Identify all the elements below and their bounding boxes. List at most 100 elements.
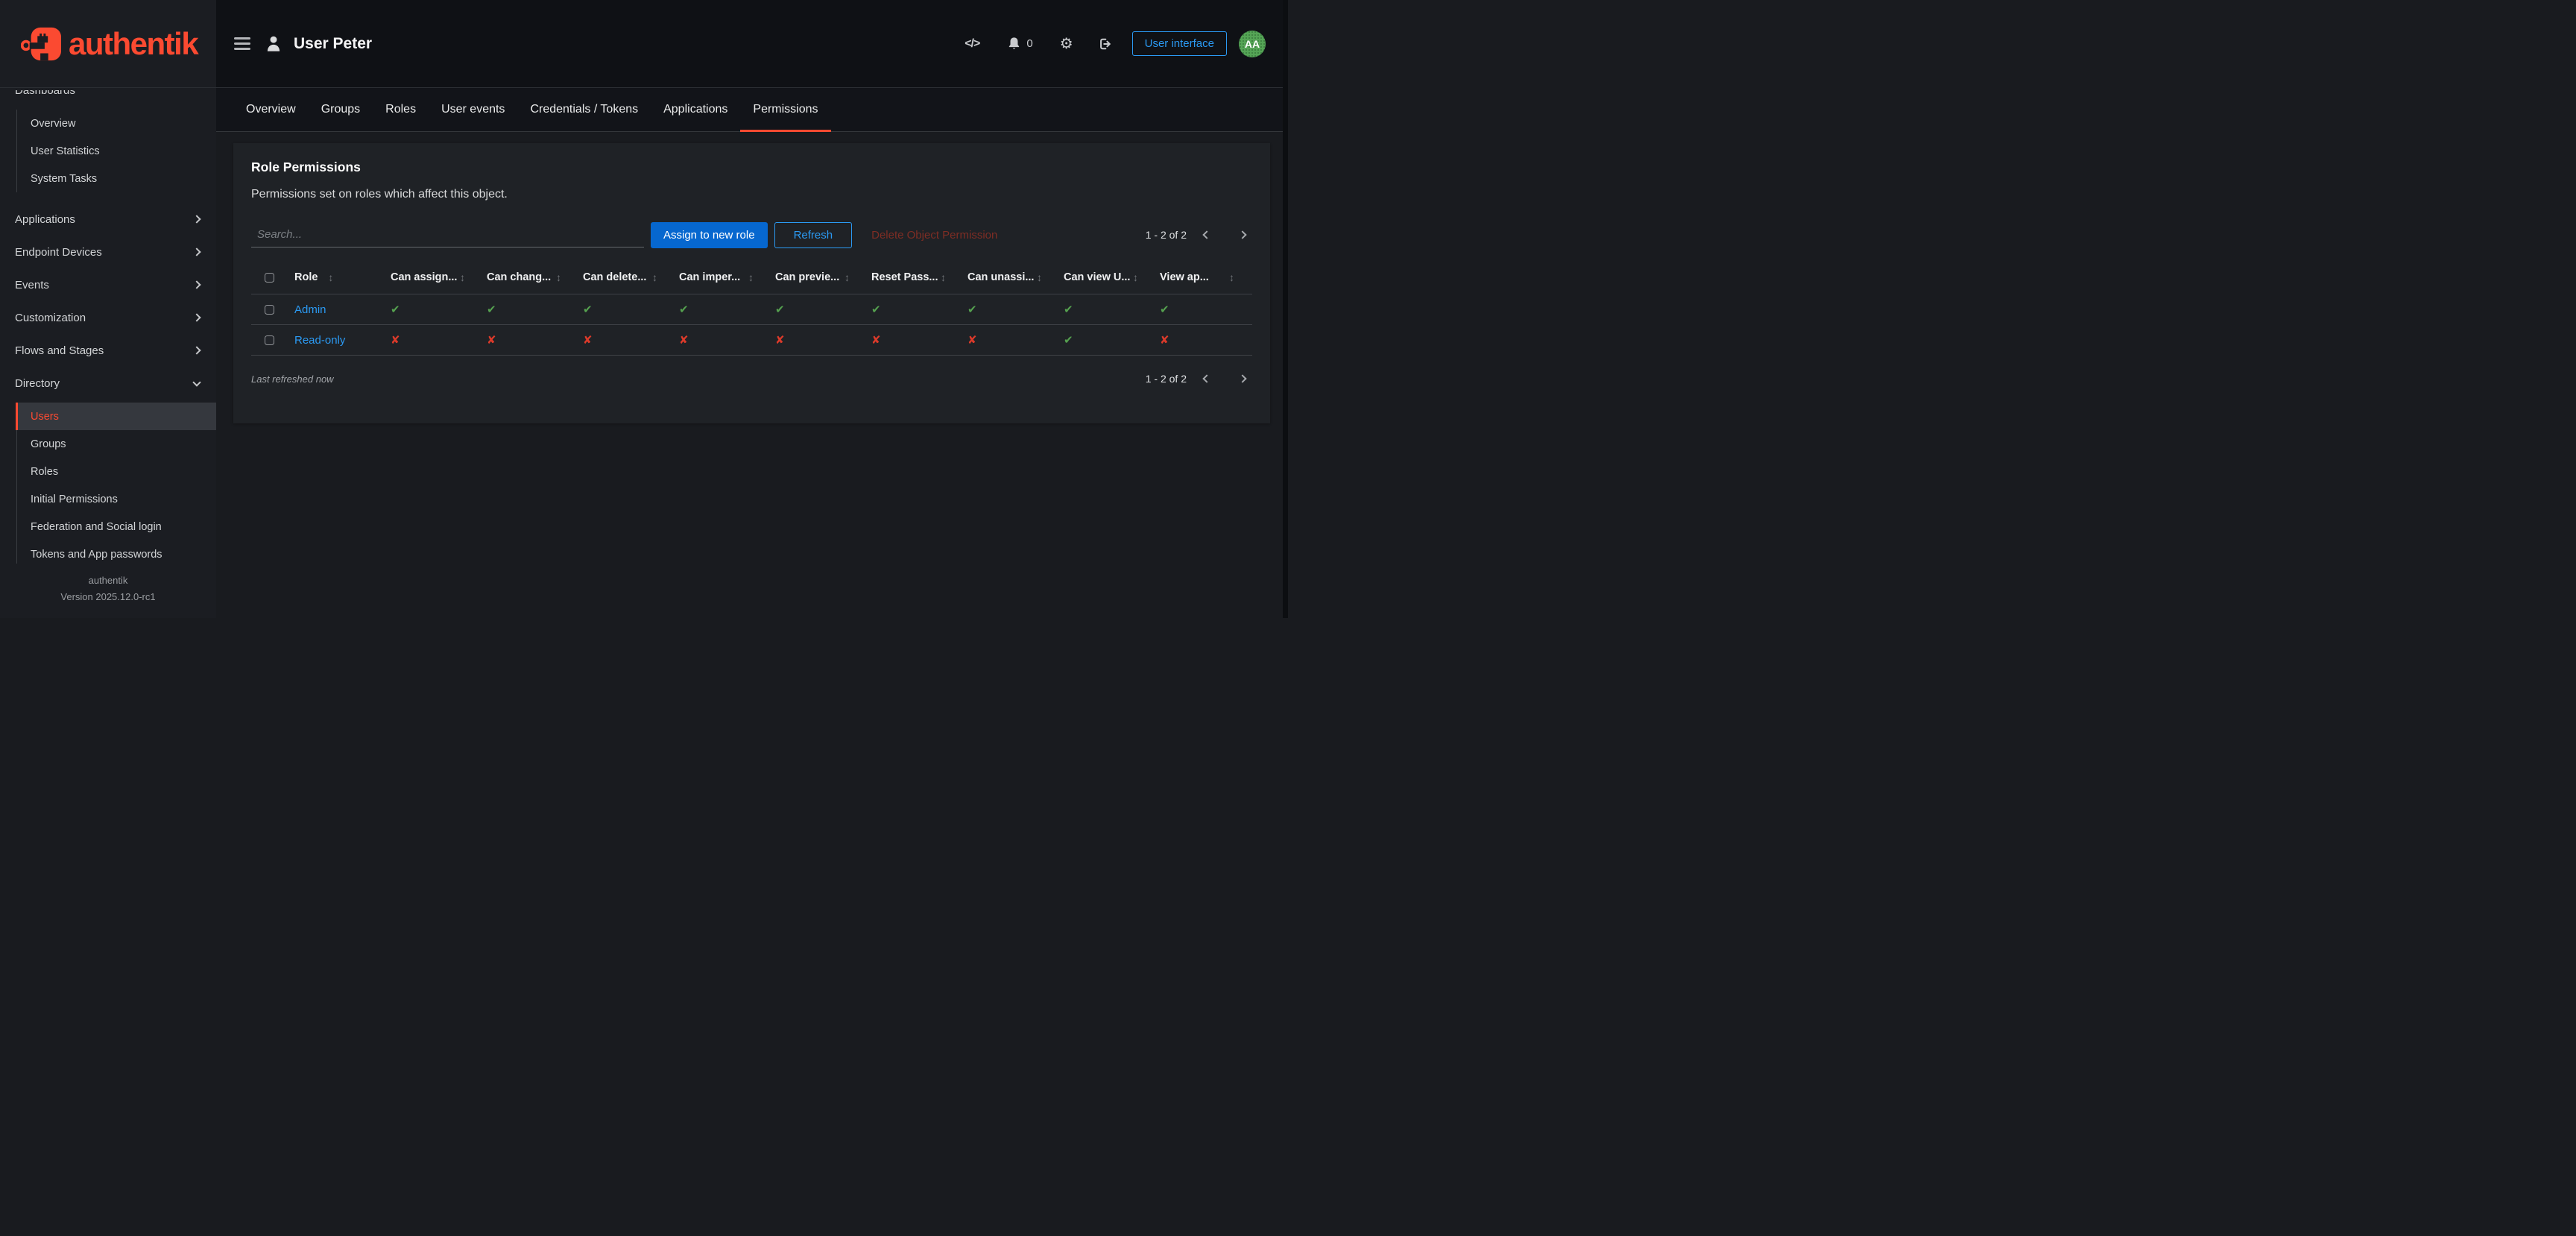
refresh-button[interactable]: Refresh: [774, 222, 853, 248]
user-icon: [264, 34, 283, 54]
permission-cell: ✔: [763, 303, 859, 316]
sort-icon[interactable]: ↕: [941, 271, 946, 283]
check-icon: ✔: [967, 303, 977, 316]
sidebar-item-customization[interactable]: Customization: [0, 301, 216, 334]
sidebar-item-federation-and-social-login[interactable]: Federation and Social login: [17, 513, 216, 540]
api-browser-icon[interactable]: </>: [965, 37, 979, 51]
check-icon: ✔: [1064, 334, 1073, 347]
sort-icon[interactable]: ↕: [1133, 271, 1138, 283]
sidebar-item-label: Customization: [15, 312, 86, 324]
search-input[interactable]: [251, 222, 644, 247]
table-row: Admin✔✔✔✔✔✔✔✔✔: [251, 294, 1252, 325]
role-permissions-card: Role Permissions Permissions set on role…: [233, 143, 1270, 423]
cross-icon: ✘: [1160, 334, 1169, 347]
tab-user-events[interactable]: User events: [429, 88, 517, 131]
sidebar-item-label: Events: [15, 279, 49, 291]
column-header-can-chang: Can chang...↕: [474, 271, 570, 283]
cross-icon: ✘: [967, 334, 977, 347]
sort-icon[interactable]: ↕: [845, 271, 850, 283]
sidebar: Dashboards OverviewUser Statistics System…: [0, 88, 216, 618]
sidebar-item-tokens-and-app-passwords[interactable]: Tokens and App passwords: [17, 540, 216, 564]
permission-cell: ✔: [1051, 333, 1147, 347]
tab-overview[interactable]: Overview: [233, 88, 309, 131]
sort-icon[interactable]: ↕: [460, 271, 465, 283]
sidebar-item-overview[interactable]: Overview: [17, 110, 216, 137]
sidebar-item-users[interactable]: Users: [17, 403, 216, 430]
column-header-can-assign: Can assign...↕: [378, 271, 474, 283]
chevron-left-icon: [1202, 374, 1210, 382]
check-icon: ✔: [679, 303, 689, 316]
main-region: OverviewGroupsRolesUser eventsCredential…: [216, 88, 1288, 618]
sort-icon[interactable]: ↕: [556, 271, 561, 283]
pagination-next-button[interactable]: [1233, 369, 1252, 388]
permission-cell: ✔: [859, 303, 955, 316]
toolbar: Assign to new role Refresh Delete Object…: [251, 221, 1252, 248]
chevron-right-icon: [1238, 230, 1246, 239]
sidebar-item-roles[interactable]: Roles: [17, 458, 216, 485]
user-interface-button[interactable]: User interface: [1132, 31, 1227, 56]
tab-permissions[interactable]: Permissions: [740, 88, 830, 131]
sidebar-item-initial-permissions[interactable]: Initial Permissions: [17, 485, 216, 513]
select-all-checkbox[interactable]: [265, 273, 274, 283]
permission-cell: ✔: [1051, 303, 1147, 316]
sidebar-item-label: Roles: [31, 466, 58, 478]
pagination-prev-button[interactable]: [1197, 225, 1216, 245]
cross-icon: ✘: [487, 334, 496, 347]
sort-icon[interactable]: ↕: [652, 271, 657, 283]
sidebar-item-label: Initial Permissions: [31, 494, 118, 505]
pagination-bottom: 1 - 2 of 2: [1146, 369, 1252, 388]
authentik-logo-icon: [21, 25, 64, 63]
sort-icon[interactable]: ↕: [328, 271, 333, 283]
column-header-can-view-u: Can view U...↕: [1051, 271, 1147, 283]
permission-cell: ✔: [570, 303, 666, 316]
brand-area[interactable]: authentik: [0, 0, 216, 87]
sidebar-item-flows-and-stages[interactable]: Flows and Stages: [0, 334, 216, 367]
sign-out-icon[interactable]: [1097, 37, 1113, 51]
sidebar-item-groups[interactable]: Groups: [17, 430, 216, 458]
pagination-prev-button[interactable]: [1197, 369, 1216, 388]
tab-roles[interactable]: Roles: [373, 88, 429, 131]
pagination-top: 1 - 2 of 2: [1146, 225, 1252, 245]
sidebar-item-dashboards-clipped[interactable]: Dashboards: [0, 90, 216, 101]
delete-object-permission-button[interactable]: Delete Object Permission: [871, 229, 997, 242]
avatar[interactable]: AA: [1239, 31, 1266, 57]
masthead: authentik User Peter </> 0 ⚙ User: [0, 0, 1288, 88]
row-checkbox[interactable]: [265, 305, 274, 315]
sidebar-item-applications[interactable]: Applications: [0, 203, 216, 236]
sidebar-item-label: System Tasks: [31, 173, 97, 185]
settings-gear-icon[interactable]: ⚙: [1060, 37, 1073, 51]
page-scrollbar[interactable]: [1283, 0, 1288, 618]
sidebar-item-endpoint-devices[interactable]: Endpoint Devices: [0, 236, 216, 268]
sidebar-item-directory[interactable]: Directory: [0, 367, 216, 400]
column-header-can-unassi: Can unassi...↕: [955, 271, 1051, 283]
dashboards-sublist: OverviewUser Statistics System Tasks: [16, 110, 216, 192]
column-header-role: Role↕: [287, 271, 378, 283]
cross-icon: ✘: [391, 334, 400, 347]
notifications-group[interactable]: 0: [1008, 37, 1032, 51]
role-link-read-only[interactable]: Read-only: [287, 334, 378, 347]
tab-applications[interactable]: Applications: [651, 88, 740, 131]
sidebar-footer: authentik Version 2025.12.0-rc1: [0, 564, 216, 619]
check-icon: ✔: [583, 303, 593, 316]
cross-icon: ✘: [775, 334, 785, 347]
tab-groups[interactable]: Groups: [309, 88, 373, 131]
role-link-admin[interactable]: Admin: [287, 303, 378, 316]
sidebar-item-label: Flows and Stages: [15, 344, 104, 357]
assign-to-new-role-button[interactable]: Assign to new role: [651, 222, 768, 248]
sidebar-item-events[interactable]: Events: [0, 268, 216, 301]
table-header-row: Role↕Can assign...↕Can chang...↕Can dele…: [251, 261, 1252, 294]
column-header-can-imper: Can imper...↕: [666, 271, 763, 283]
sidebar-item-system-tasks[interactable]: System Tasks: [17, 165, 216, 192]
bell-icon: [1008, 37, 1020, 51]
pagination-label: 1 - 2 of 2: [1146, 229, 1187, 241]
row-checkbox[interactable]: [265, 335, 274, 345]
sidebar-toggle-icon[interactable]: [234, 37, 250, 50]
sort-icon[interactable]: ↕: [748, 271, 754, 283]
footer-product-name: authentik: [7, 573, 209, 590]
pagination-next-button[interactable]: [1233, 225, 1252, 245]
sidebar-item-label: Endpoint Devices: [15, 246, 102, 259]
tab-credentials-tokens[interactable]: Credentials / Tokens: [517, 88, 651, 131]
sort-icon[interactable]: ↕: [1229, 271, 1234, 283]
sort-icon[interactable]: ↕: [1037, 271, 1042, 283]
sidebar-item-user-statistics[interactable]: User Statistics: [17, 137, 216, 165]
